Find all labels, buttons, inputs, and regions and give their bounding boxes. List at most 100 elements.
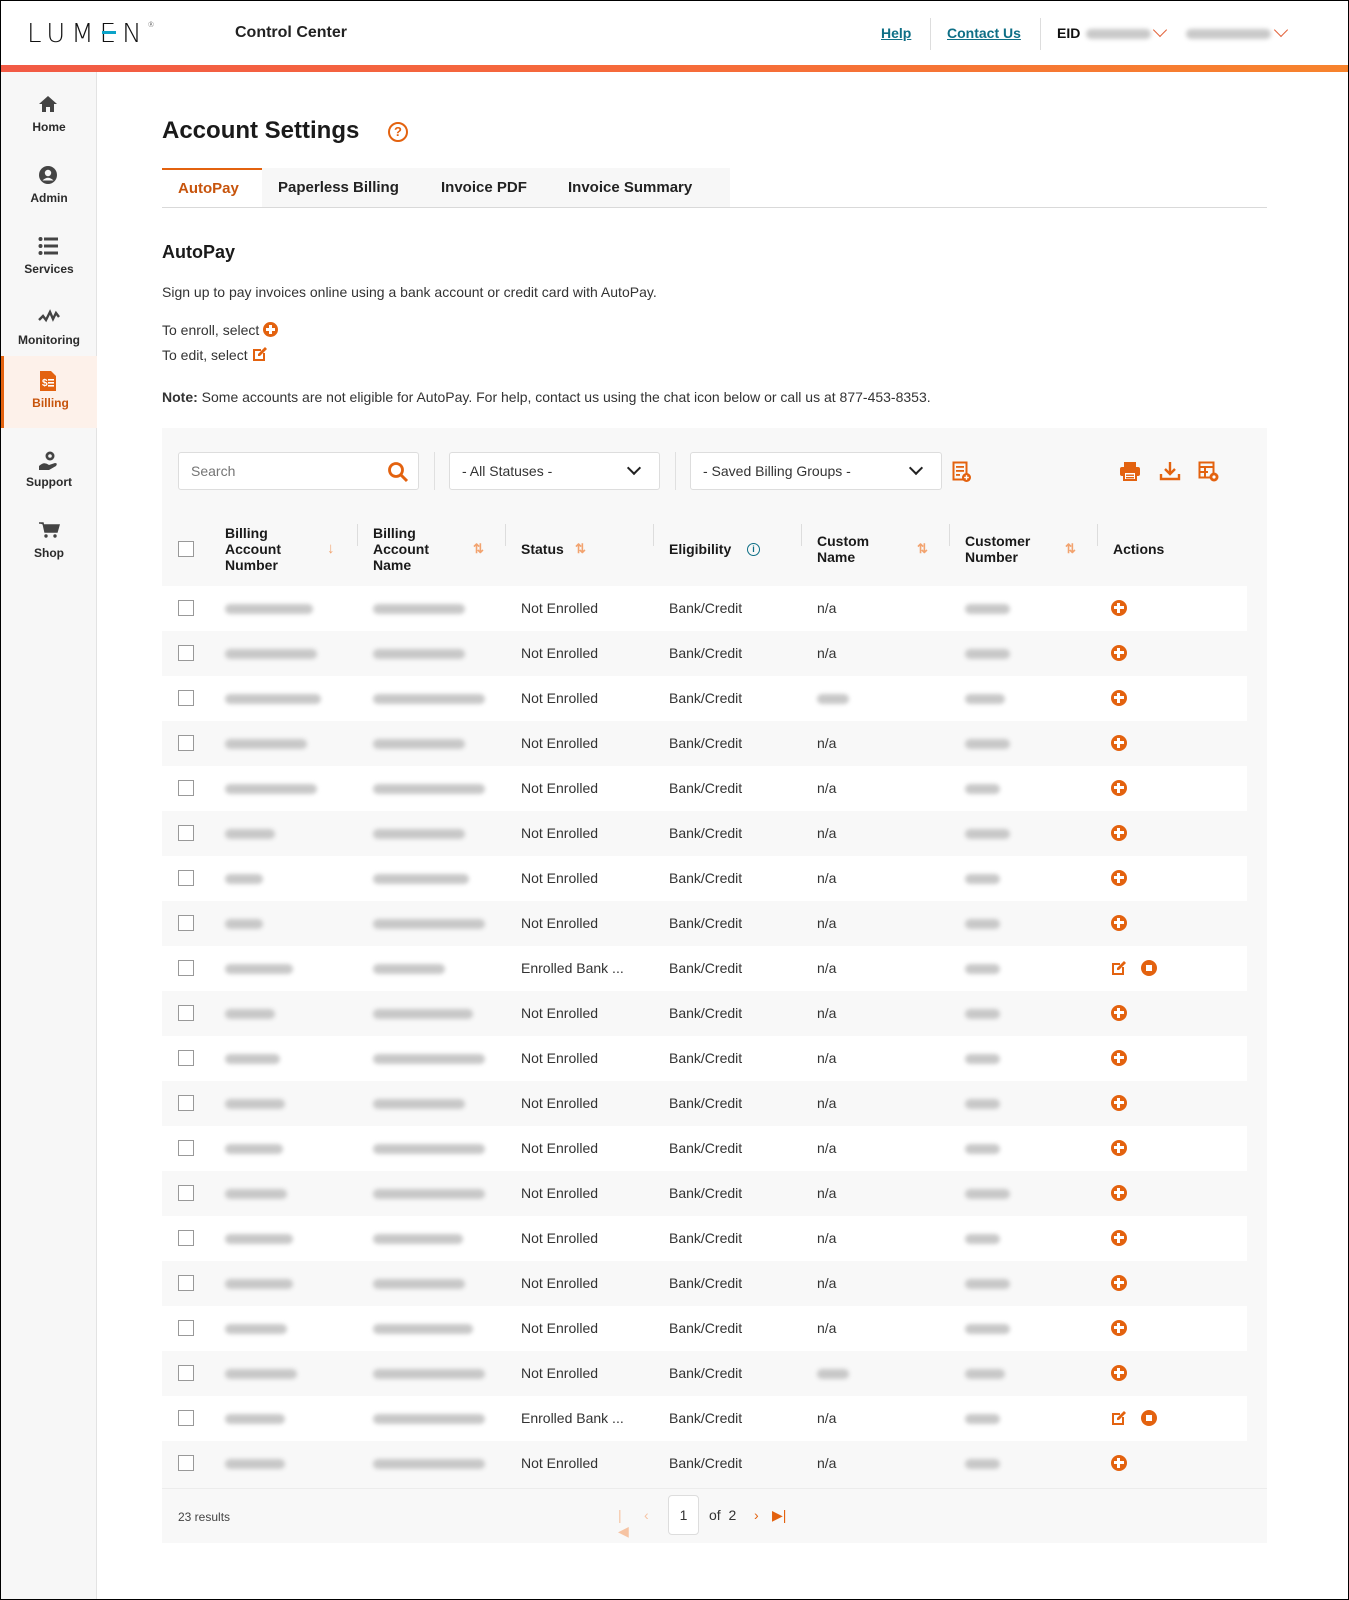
- customer-number-redacted: [965, 946, 1000, 991]
- enroll-autopay-icon[interactable]: [1111, 1050, 1127, 1066]
- enroll-autopay-icon[interactable]: [1111, 1140, 1127, 1156]
- column-header-custom-name[interactable]: Custom Name ⇅: [801, 512, 937, 586]
- row-checkbox[interactable]: [178, 1050, 194, 1066]
- enroll-autopay-icon[interactable]: [1111, 600, 1127, 616]
- results-count: 23 results: [178, 1510, 231, 1524]
- billing-account-name-redacted: [373, 1306, 473, 1351]
- table-row: Not Enrolled Bank/Credit n/a: [162, 1126, 1247, 1171]
- row-checkbox[interactable]: [178, 1320, 194, 1336]
- row-checkbox[interactable]: [178, 825, 194, 841]
- select-all-checkbox[interactable]: [178, 541, 194, 557]
- enroll-autopay-icon[interactable]: [1111, 690, 1127, 706]
- row-checkbox[interactable]: [178, 1005, 194, 1021]
- tab-invoice-summary[interactable]: Invoice Summary: [552, 168, 708, 207]
- prev-page-icon[interactable]: ‹: [644, 1507, 649, 1523]
- sort-icon[interactable]: ⇅: [917, 541, 928, 557]
- enroll-autopay-icon[interactable]: [1111, 1365, 1127, 1381]
- sort-icon[interactable]: ⇅: [575, 541, 586, 557]
- enroll-autopay-icon[interactable]: [1111, 915, 1127, 931]
- row-checkbox[interactable]: [178, 735, 194, 751]
- edit-autopay-icon[interactable]: [1111, 1410, 1127, 1426]
- enroll-autopay-icon[interactable]: [1111, 780, 1127, 796]
- stop-autopay-icon[interactable]: [1141, 1410, 1157, 1426]
- enroll-autopay-icon[interactable]: [1111, 645, 1127, 661]
- row-checkbox[interactable]: [178, 645, 194, 661]
- sidebar-item-home[interactable]: Home: [1, 80, 97, 152]
- billing-account-number-redacted: [225, 586, 313, 631]
- column-header-billing-account-number[interactable]: Billing Account Number ↓: [225, 512, 335, 586]
- tab-invoice-pdf[interactable]: Invoice PDF: [425, 168, 543, 207]
- billing-account-name-redacted: [373, 1126, 485, 1171]
- tab-paperless-billing[interactable]: Paperless Billing: [262, 168, 415, 207]
- sort-icon[interactable]: ⇅: [1065, 541, 1076, 557]
- download-icon[interactable]: [1159, 461, 1181, 481]
- row-checkbox[interactable]: [178, 690, 194, 706]
- sidebar-item-services[interactable]: Services: [1, 222, 97, 294]
- help-question-icon[interactable]: ?: [388, 122, 408, 142]
- stop-autopay-icon[interactable]: [1141, 960, 1157, 976]
- row-checkbox[interactable]: [178, 1455, 194, 1471]
- eligibility-cell: Bank/Credit: [669, 1140, 743, 1156]
- row-checkbox[interactable]: [178, 915, 194, 931]
- help-link[interactable]: Help: [881, 25, 911, 41]
- user-menu-chevron-down-icon[interactable]: [1273, 22, 1289, 38]
- sort-descending-icon[interactable]: ↓: [327, 541, 335, 557]
- sidebar-item-support[interactable]: Support: [1, 435, 97, 507]
- column-header-customer-number[interactable]: Customer Number ⇅: [949, 512, 1085, 586]
- row-checkbox[interactable]: [178, 870, 194, 886]
- table-settings-icon[interactable]: [1198, 461, 1220, 483]
- sidebar-item-monitoring[interactable]: Monitoring: [1, 293, 97, 365]
- enroll-autopay-icon[interactable]: [1111, 870, 1127, 886]
- enroll-autopay-icon[interactable]: [1111, 1185, 1127, 1201]
- sidebar-item-shop[interactable]: Shop: [1, 506, 97, 578]
- row-checkbox[interactable]: [178, 1140, 194, 1156]
- last-page-icon[interactable]: ▶|: [772, 1507, 786, 1524]
- row-checkbox[interactable]: [178, 960, 194, 976]
- contact-us-link[interactable]: Contact Us: [947, 25, 1021, 41]
- tab-autopay[interactable]: AutoPay: [162, 168, 262, 207]
- lumen-logo[interactable]: LUMEN®: [27, 19, 155, 49]
- enroll-autopay-icon[interactable]: [1111, 1095, 1127, 1111]
- row-checkbox[interactable]: [178, 1410, 194, 1426]
- sidebar-item-admin[interactable]: Admin: [1, 151, 97, 223]
- search-field[interactable]: [191, 463, 371, 479]
- sort-icon[interactable]: ⇅: [473, 541, 484, 557]
- enroll-autopay-icon[interactable]: [1111, 825, 1127, 841]
- enroll-autopay-icon[interactable]: [1111, 1005, 1127, 1021]
- status-filter-select[interactable]: - All Statuses -: [449, 452, 660, 490]
- first-page-icon[interactable]: |◀: [618, 1507, 629, 1540]
- billing-account-number-redacted: [225, 1216, 293, 1261]
- info-icon[interactable]: i: [747, 542, 760, 556]
- sidebar-item-billing[interactable]: $ Billing: [1, 356, 97, 428]
- billing-groups-select[interactable]: - Saved Billing Groups -: [690, 452, 942, 490]
- enroll-autopay-icon[interactable]: [1111, 1275, 1127, 1291]
- enroll-autopay-icon[interactable]: [1111, 735, 1127, 751]
- row-checkbox[interactable]: [178, 1275, 194, 1291]
- next-page-icon[interactable]: ›: [754, 1507, 759, 1523]
- eid-chevron-down-icon[interactable]: [1152, 22, 1168, 38]
- custom-name-redacted: [817, 1351, 849, 1396]
- row-checkbox[interactable]: [178, 780, 194, 796]
- column-header-billing-account-name[interactable]: Billing Account Name ⇅: [357, 512, 493, 586]
- billing-account-name-redacted: [373, 1351, 485, 1396]
- row-checkbox[interactable]: [178, 1095, 194, 1111]
- row-checkbox[interactable]: [178, 1230, 194, 1246]
- add-billing-group-icon[interactable]: [952, 461, 972, 483]
- print-icon[interactable]: [1119, 461, 1141, 481]
- status-cell: Enrolled Bank ...: [521, 1410, 624, 1426]
- enroll-autopay-icon[interactable]: [1111, 1455, 1127, 1471]
- search-icon[interactable]: [387, 461, 409, 483]
- page-number-input[interactable]: 1: [668, 1495, 699, 1535]
- column-header-eligibility[interactable]: Eligibility i: [653, 512, 799, 586]
- column-header-status[interactable]: Status ⇅: [505, 512, 641, 586]
- sidebar-item-label: Support: [26, 475, 72, 489]
- enroll-autopay-icon[interactable]: [1111, 1230, 1127, 1246]
- enroll-autopay-icon[interactable]: [1111, 1320, 1127, 1336]
- row-checkbox[interactable]: [178, 1185, 194, 1201]
- customer-number-redacted: [965, 901, 1000, 946]
- row-checkbox[interactable]: [178, 1365, 194, 1381]
- search-input[interactable]: [178, 452, 419, 490]
- row-checkbox[interactable]: [178, 600, 194, 616]
- edit-autopay-icon[interactable]: [1111, 960, 1127, 976]
- eid-value-redacted: [1086, 29, 1151, 39]
